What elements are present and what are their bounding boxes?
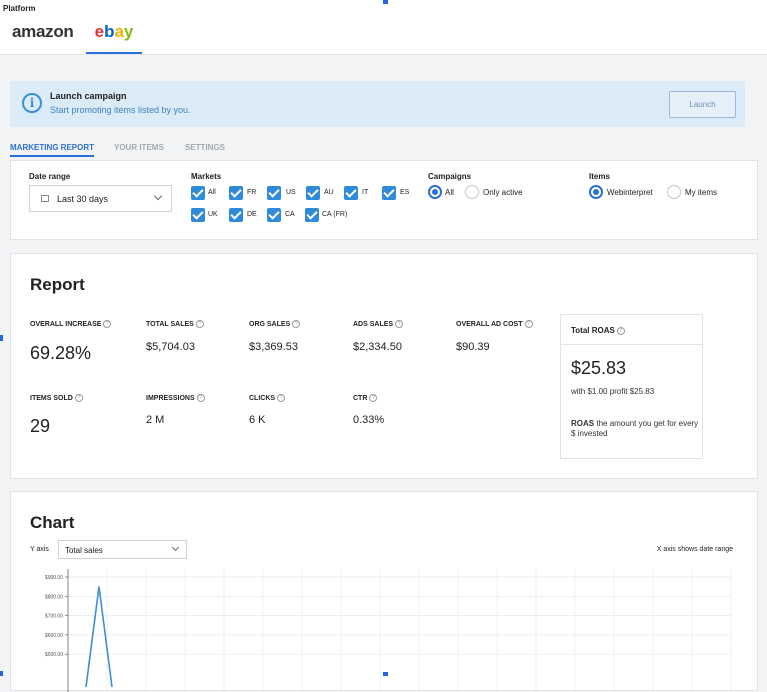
market-checkbox-it[interactable] [344, 186, 358, 200]
roas-note: ROAS the amount you get for every $ inve… [571, 419, 699, 438]
roas-header: Total ROAS? [561, 315, 702, 345]
help-icon[interactable]: ? [103, 320, 112, 328]
items-radio-my-items[interactable] [667, 185, 681, 199]
help-icon[interactable]: ? [195, 320, 204, 328]
sales-line-chart: $900.00 $800.00 $700.00 $600.00 $500.00 [45, 569, 732, 692]
total-sales-series-line [85, 586, 113, 688]
launch-button[interactable]: Launch [669, 91, 736, 118]
campaigns-radio-only-active[interactable] [465, 185, 479, 199]
date-range-select[interactable]: Last 30 days [29, 185, 172, 212]
metric-label-org-sales: ORG SALES? [249, 320, 301, 328]
campaigns-label: Campaigns [428, 172, 472, 181]
campaigns-radio-all[interactable] [428, 185, 442, 199]
roas-value: $25.83 [571, 358, 627, 378]
market-label-all: All [208, 189, 216, 196]
metric-value-items-sold: 29 [30, 416, 51, 436]
market-label-es: ES [400, 189, 410, 196]
y-tick-label: $500.00 [45, 652, 63, 658]
market-checkbox-ca-fr[interactable] [305, 208, 319, 222]
help-icon[interactable]: ? [196, 394, 205, 402]
metric-value-org-sales: $3,369.53 [249, 341, 298, 353]
market-checkbox-es[interactable] [382, 186, 396, 200]
help-icon[interactable]: ? [74, 394, 83, 402]
market-label-it: IT [362, 189, 369, 196]
market-label-fr: FR [247, 189, 257, 196]
help-icon[interactable]: ? [277, 394, 286, 402]
y-tick-label: $900.00 [45, 575, 63, 581]
market-checkbox-all[interactable] [191, 186, 205, 200]
tab-your-items[interactable]: YOUR ITEMS [114, 143, 164, 152]
metric-value-impressions: 2 M [146, 414, 165, 426]
metric-value-clicks: 6 K [249, 414, 266, 426]
report-title: Report [30, 275, 85, 294]
help-icon[interactable]: ? [369, 394, 378, 402]
help-icon[interactable]: ? [616, 326, 625, 335]
banner-title: Launch campaign [50, 91, 127, 101]
ebay-logo: ebay [94, 22, 134, 41]
chart-panel: Chart Y axis Total sales X axis shows da… [10, 491, 758, 692]
date-range-value: Last 30 days [57, 194, 109, 204]
roas-subtitle: with $1.00 profit $25.83 [571, 387, 655, 396]
market-checkbox-uk[interactable] [191, 208, 205, 222]
market-checkbox-ca[interactable] [267, 208, 281, 222]
metric-label-ads-sales: ADS SALES? [353, 320, 404, 328]
metric-label-ctr: CTR? [353, 394, 378, 402]
platform-tab-ebay[interactable]: ebay [86, 22, 142, 54]
y-tick-label: $700.00 [45, 614, 63, 620]
metric-label-overall-ad-cost: OVERALL AD COST? [456, 320, 533, 328]
market-label-ca-fr: CA (FR) [322, 211, 348, 218]
date-range-label: Date range [29, 172, 71, 181]
market-label-ca: CA [285, 211, 295, 218]
metric-label-overall-increase: OVERALL INCREASE? [30, 320, 112, 328]
metric-label-total-sales: TOTAL SALES? [146, 320, 204, 328]
market-checkbox-us[interactable] [267, 186, 281, 200]
metric-label-items-sold: ITEMS SOLD? [30, 394, 83, 402]
market-checkbox-au[interactable] [306, 186, 320, 200]
total-roas-card: Total ROAS? $25.83 with $1.00 profit $25… [560, 314, 703, 459]
campaigns-label-all: All [445, 188, 454, 197]
metric-value-total-sales: $5,704.03 [146, 341, 195, 353]
market-label-uk: UK [208, 211, 218, 218]
market-label-au: AU [324, 189, 334, 196]
items-radio-webinterpret[interactable] [589, 185, 603, 199]
y-tick-label: $600.00 [45, 633, 63, 639]
metric-label-impressions: IMPRESSIONS? [146, 394, 205, 402]
selection-marker [383, 0, 388, 4]
banner-subtitle: Start promoting items listed by you. [50, 105, 191, 115]
help-icon[interactable]: ? [292, 320, 301, 328]
items-label-webinterpret: Webinterpret [607, 188, 653, 197]
report-panel: Report OVERALL INCREASE? 69.28% TOTAL SA… [10, 253, 758, 479]
platform-bar: Platform amazon ebay [0, 0, 767, 55]
metric-value-ctr: 0.33% [353, 414, 385, 426]
tab-marketing-report[interactable]: MARKETING REPORT [10, 143, 94, 157]
tab-settings[interactable]: SETTINGS [185, 143, 225, 152]
chevron-down-icon [153, 191, 163, 201]
filters-panel: Date range Last 30 days Markets All FR U… [10, 160, 758, 240]
metric-value-ads-sales: $2,334.50 [353, 341, 402, 353]
market-label-us: US [286, 189, 296, 196]
items-label: Items [589, 172, 610, 181]
help-icon[interactable]: ? [395, 320, 404, 328]
items-label-my-items: My items [685, 188, 717, 197]
market-label-de: DE [247, 211, 257, 218]
markets-label: Markets [191, 172, 222, 181]
selection-marker [0, 335, 3, 341]
metric-label-clicks: CLICKS? [249, 394, 286, 402]
selection-marker [383, 672, 388, 676]
metric-value-overall-increase: 69.28% [30, 343, 92, 363]
launch-campaign-banner: i Launch campaign Start promoting items … [10, 81, 745, 127]
campaigns-label-only-active: Only active [483, 188, 523, 197]
help-icon[interactable]: ? [524, 320, 533, 328]
platform-label: Platform [3, 4, 36, 13]
y-tick-label: $800.00 [45, 594, 63, 600]
platform-tab-amazon[interactable]: amazon [12, 22, 74, 54]
info-icon: i [22, 93, 42, 113]
market-checkbox-fr[interactable] [229, 186, 243, 200]
calendar-icon [41, 195, 49, 202]
metric-value-overall-ad-cost: $90.39 [456, 341, 490, 353]
roas-title: Total ROAS? [571, 326, 625, 335]
selection-marker [0, 671, 3, 676]
market-checkbox-de[interactable] [229, 208, 243, 222]
